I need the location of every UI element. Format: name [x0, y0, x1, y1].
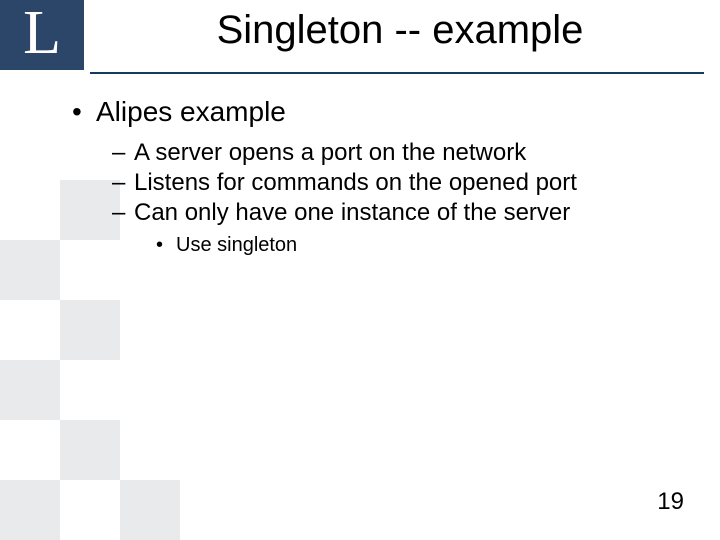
slide-content: •Alipes example –A server opens a port o… — [72, 96, 690, 257]
bullet-level2-text: Listens for commands on the opened port — [134, 169, 577, 196]
bullet-dot-icon: • — [156, 234, 176, 257]
bullet-level2: –Can only have one instance of the serve… — [112, 198, 690, 228]
logo-letter: L — [23, 2, 61, 64]
slide-title: Singleton -- example — [100, 8, 700, 53]
bullet-level1-text: Alipes example — [96, 96, 286, 127]
page-number: 19 — [657, 488, 684, 516]
dash-icon: – — [112, 198, 134, 228]
bullet-level1: •Alipes example — [72, 96, 690, 128]
bullet-level3-text: Use singleton — [176, 234, 297, 256]
bullet-level2-text: A server opens a port on the network — [134, 139, 526, 166]
dash-icon: – — [112, 168, 134, 198]
bullet-level2: –Listens for commands on the opened port — [112, 168, 690, 198]
bullet-level2-text: Can only have one instance of the server — [134, 199, 570, 226]
logo-box: L — [0, 0, 84, 70]
dash-icon: – — [112, 138, 134, 168]
bullet-level2: –A server opens a port on the network — [112, 138, 690, 168]
title-divider — [90, 72, 704, 74]
bullet-dot-icon: • — [72, 96, 96, 128]
bullet-level3: •Use singleton — [156, 234, 690, 257]
